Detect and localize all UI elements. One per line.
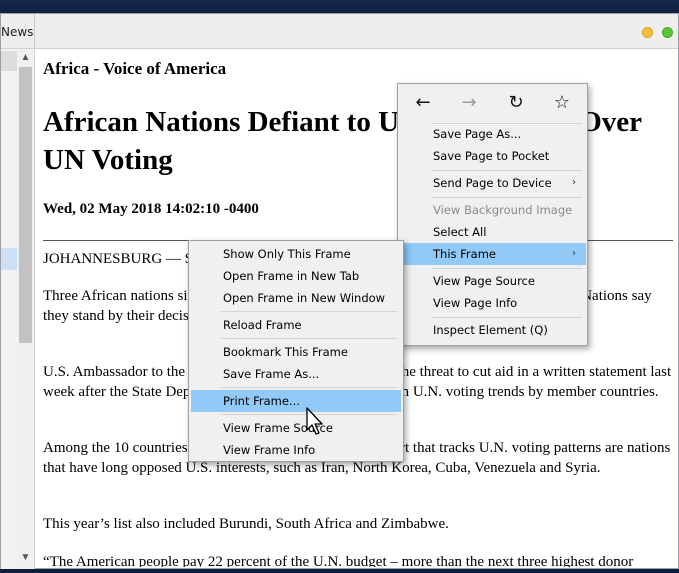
scroll-down-icon[interactable]: ▼ <box>19 551 32 565</box>
menu-separator <box>432 170 582 171</box>
view-page-source-item[interactable]: View Page Source <box>399 270 586 292</box>
select-all-item[interactable]: Select All <box>399 221 586 243</box>
article-paragraph: “The American people pay 22 percent of t… <box>43 554 634 567</box>
window-title: News <box>1 25 34 39</box>
view-frame-source-item[interactable]: View Frame Source <box>191 417 401 439</box>
context-nav-row: ← → ↻ ☆ <box>398 84 587 122</box>
scrollbar-thumb[interactable] <box>19 67 32 343</box>
save-frame-as-item[interactable]: Save Frame As... <box>191 363 401 385</box>
forward-icon[interactable]: → <box>458 92 480 114</box>
feed-list-item[interactable] <box>1 51 17 71</box>
send-page-to-device-label: Send Page to Device <box>433 176 552 190</box>
save-page-to-pocket-item[interactable]: Save Page to Pocket <box>399 145 586 167</box>
feed-list-panel: ▲ ▼ <box>1 49 35 569</box>
view-page-info-item[interactable]: View Page Info <box>399 292 586 314</box>
mouse-cursor-icon <box>306 407 323 435</box>
article-date: Wed, 02 May 2018 14:02:10 -0400 <box>43 201 259 217</box>
send-page-to-device-item[interactable]: Send Page to Device › <box>399 172 586 194</box>
minimize-button[interactable] <box>642 27 653 38</box>
menu-separator <box>432 317 582 318</box>
bookmark-star-icon[interactable]: ☆ <box>551 92 573 114</box>
title-divider <box>34 14 35 48</box>
title-bar: News <box>1 14 678 49</box>
open-frame-new-tab-item[interactable]: Open Frame in New Tab <box>191 265 401 287</box>
scroll-up-icon[interactable]: ▲ <box>19 51 32 65</box>
menu-separator <box>221 311 397 312</box>
this-frame-submenu: Show Only This Frame Open Frame in New T… <box>188 240 404 462</box>
view-frame-info-item[interactable]: View Frame Info <box>191 439 401 461</box>
open-frame-new-window-item[interactable]: Open Frame in New Window <box>191 287 401 309</box>
view-background-image-item[interactable]: View Background Image <box>399 199 586 221</box>
reload-frame-item[interactable]: Reload Frame <box>191 314 401 336</box>
page-context-menu: ← → ↻ ☆ Save Page As... Save Page to Poc… <box>397 83 588 346</box>
maximize-button[interactable] <box>662 27 673 38</box>
save-page-as-item[interactable]: Save Page As... <box>399 123 586 145</box>
reload-icon[interactable]: ↻ <box>505 92 527 114</box>
chevron-right-icon: › <box>572 248 576 259</box>
show-only-this-frame-item[interactable]: Show Only This Frame <box>191 243 401 265</box>
feed-list-item-selected[interactable] <box>1 248 17 270</box>
this-frame-label: This Frame <box>433 247 496 261</box>
article-paragraph: This year’s list also included Burundi, … <box>43 516 449 532</box>
print-frame-item[interactable]: Print Frame... <box>191 390 401 412</box>
bookmark-this-frame-item[interactable]: Bookmark This Frame <box>191 341 401 363</box>
back-icon[interactable]: ← <box>412 92 434 114</box>
menu-separator <box>432 197 582 198</box>
menu-separator <box>221 387 397 388</box>
this-frame-item[interactable]: This Frame › <box>399 243 586 265</box>
menu-separator <box>432 268 582 269</box>
chevron-right-icon: › <box>572 177 576 188</box>
inspect-element-item[interactable]: Inspect Element (Q) <box>399 319 586 341</box>
menu-separator <box>221 338 397 339</box>
feed-source-title[interactable]: Africa - Voice of America <box>43 59 226 79</box>
